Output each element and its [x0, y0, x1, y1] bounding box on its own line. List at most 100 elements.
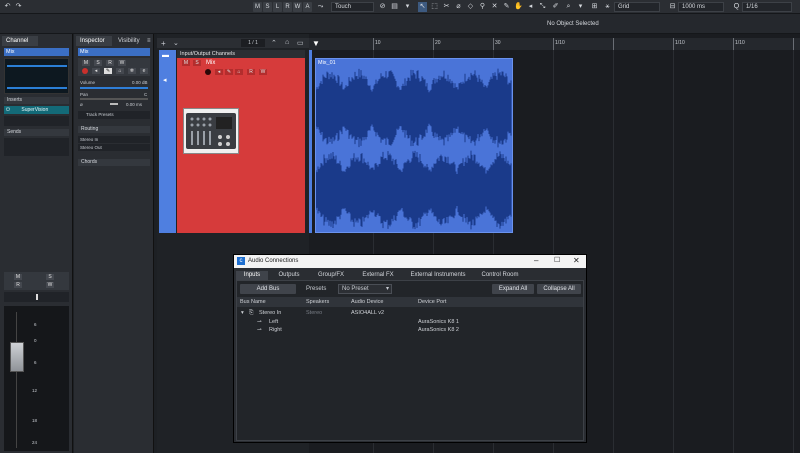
mute-button[interactable]: M [253, 2, 262, 12]
write-button[interactable]: W [259, 69, 267, 75]
track-name[interactable]: Mix [206, 60, 215, 66]
add-track-icon[interactable]: + [161, 39, 166, 48]
folder-icon[interactable]: ▬ [162, 52, 169, 59]
tab-inspector[interactable]: Inspector [76, 36, 112, 46]
range-tool-icon[interactable]: ⬚ [430, 2, 439, 12]
pan-slider[interactable] [80, 98, 148, 100]
track-presets-select[interactable]: Track Presets [78, 111, 150, 119]
device-port-value[interactable]: AuraSonics K8 2 [418, 327, 459, 334]
tab-external-fx[interactable]: External FX [354, 271, 402, 280]
collapse-arrow-icon[interactable]: ◂ [163, 76, 167, 84]
quantize-value-select[interactable]: 1/16 [742, 2, 792, 12]
snap-mode-icon[interactable]: ⚹ [603, 2, 612, 12]
speaker-tool-icon[interactable]: ◂ [526, 2, 535, 12]
audio-device-value[interactable]: ASIO4ALL v2 [351, 310, 384, 317]
quantize-length-select[interactable]: 1000 ms [678, 2, 724, 12]
bus-name[interactable]: Left [269, 319, 278, 326]
color-tool-icon[interactable]: ✐ [551, 2, 560, 12]
folder-track-strip[interactable]: ▬ ◂ [159, 50, 176, 233]
dialog-titlebar[interactable]: c Audio Connections – ☐ ✕ [234, 255, 586, 268]
tab-inputs[interactable]: Inputs [236, 271, 268, 280]
audio-clip[interactable]: Mix_01 [315, 58, 513, 233]
edit-channel-icon[interactable]: e [140, 68, 148, 74]
routing-output-select[interactable]: Stereo Out [78, 144, 150, 151]
bus-name[interactable]: Right [269, 327, 282, 334]
write-button[interactable]: W [46, 282, 54, 288]
inspector-track-name[interactable]: Mix [78, 48, 150, 56]
autoscroll-icon[interactable]: ⊘ [378, 2, 387, 12]
sends-header[interactable]: Sends [4, 129, 69, 136]
draw-tool-icon[interactable]: ✎ [502, 2, 511, 12]
edit-icon[interactable]: ✎ [104, 68, 112, 74]
delay-slider[interactable] [110, 103, 118, 105]
close-icon[interactable]: ✕ [573, 256, 580, 265]
lock-icon[interactable]: ⌂ [235, 69, 243, 75]
insert-slot-empty[interactable] [4, 116, 69, 126]
print-icon[interactable]: ▤ [390, 2, 399, 12]
minimize-icon[interactable]: – [534, 256, 538, 265]
home-icon[interactable]: ⌂ [285, 39, 289, 46]
read-button[interactable]: R [14, 282, 22, 288]
chords-header[interactable]: Chords [78, 159, 150, 166]
quantize-icon[interactable]: Q [732, 2, 741, 12]
solo-button[interactable]: S [46, 274, 54, 280]
pan-value[interactable]: C [144, 92, 147, 97]
routing-input-select[interactable]: Stereo In [78, 136, 150, 143]
eraser-tool-icon[interactable]: ◇ [466, 2, 475, 12]
chevron-down-icon[interactable]: ⌄ [173, 39, 179, 47]
tab-outputs[interactable]: Outputs [272, 271, 306, 280]
insert-slot[interactable]: ⏻ SuperVision [4, 106, 69, 114]
pan-control[interactable] [4, 292, 69, 302]
comment-icon[interactable]: ⌕ [564, 2, 573, 12]
mute-tool-icon[interactable]: ✕ [490, 2, 499, 12]
read-button[interactable]: R [247, 69, 255, 75]
track-mix[interactable]: M S Mix ◂ ✎ ⌂ R W [177, 58, 305, 233]
inserts-header[interactable]: Inserts [4, 97, 69, 104]
tab-external-instruments[interactable]: External Instruments [406, 271, 470, 280]
record-enable-icon[interactable] [205, 69, 211, 75]
glue-tool-icon[interactable]: ⌀ [454, 2, 463, 12]
pointer-tool-icon[interactable]: ↖ [418, 2, 427, 12]
maximize-icon[interactable]: ☐ [554, 256, 560, 264]
expand-icon[interactable]: ▾ [241, 310, 244, 317]
edit-icon[interactable]: ✎ [225, 69, 233, 75]
solo-button[interactable]: S [193, 60, 201, 66]
tab-visibility[interactable]: Visibility [114, 36, 146, 46]
monitor-icon[interactable]: ◂ [215, 69, 223, 75]
grid-icon[interactable]: ⊟ [668, 2, 677, 12]
read-button[interactable]: R [106, 60, 114, 66]
column-bus-name[interactable]: Bus Name [240, 298, 266, 307]
column-audio-device[interactable]: Audio Device [351, 298, 383, 307]
expand-all-button[interactable]: Expand All [492, 284, 534, 294]
write-button[interactable]: W [293, 2, 302, 12]
channel-name[interactable]: Mix [4, 48, 69, 56]
undo-icon[interactable]: ↶ [3, 2, 12, 12]
device-port-value[interactable]: AuraSonics K8 1 [418, 319, 459, 326]
automation-button[interactable]: A [303, 2, 312, 12]
table-row[interactable]: ▾ ⎘ Stereo In Stereo ASIO4ALL v2 [237, 310, 583, 318]
snap-icon[interactable]: ⊞ [590, 2, 599, 12]
collapse-icon[interactable]: ⌃ [271, 39, 277, 47]
warp-tool-icon[interactable]: ⤡ [538, 2, 547, 12]
collapse-all-button[interactable]: Collapse All [537, 284, 581, 294]
volume-slider[interactable] [80, 87, 148, 89]
delay-value[interactable]: 0.00 ms [126, 102, 142, 107]
menu-icon[interactable]: ≡ [147, 38, 151, 44]
power-icon[interactable]: ⏻ [6, 107, 10, 113]
mute-button[interactable]: M [82, 60, 90, 66]
record-enable-icon[interactable] [82, 68, 88, 74]
solo-button[interactable]: S [94, 60, 102, 66]
bus-name[interactable]: Stereo In [259, 310, 281, 317]
automation-mode-select[interactable]: Touch [331, 2, 374, 12]
image-icon[interactable]: ▭ [297, 39, 304, 47]
automation-icon[interactable]: ⤳ [316, 2, 325, 12]
speakers-value[interactable]: Stereo [306, 310, 322, 317]
zoom-tool-icon[interactable]: ⚲ [478, 2, 487, 12]
routing-header[interactable]: Routing [78, 126, 150, 133]
timeline-ruler[interactable]: ▼ 10 20 30 1/10 1/10 1/10 [309, 38, 800, 50]
column-speakers[interactable]: Speakers [306, 298, 329, 307]
redo-icon[interactable]: ↷ [14, 2, 23, 12]
mute-button[interactable]: M [14, 274, 22, 280]
grid-type-select[interactable]: Grid [614, 2, 660, 12]
freeze-icon[interactable]: ❄ [128, 68, 136, 74]
